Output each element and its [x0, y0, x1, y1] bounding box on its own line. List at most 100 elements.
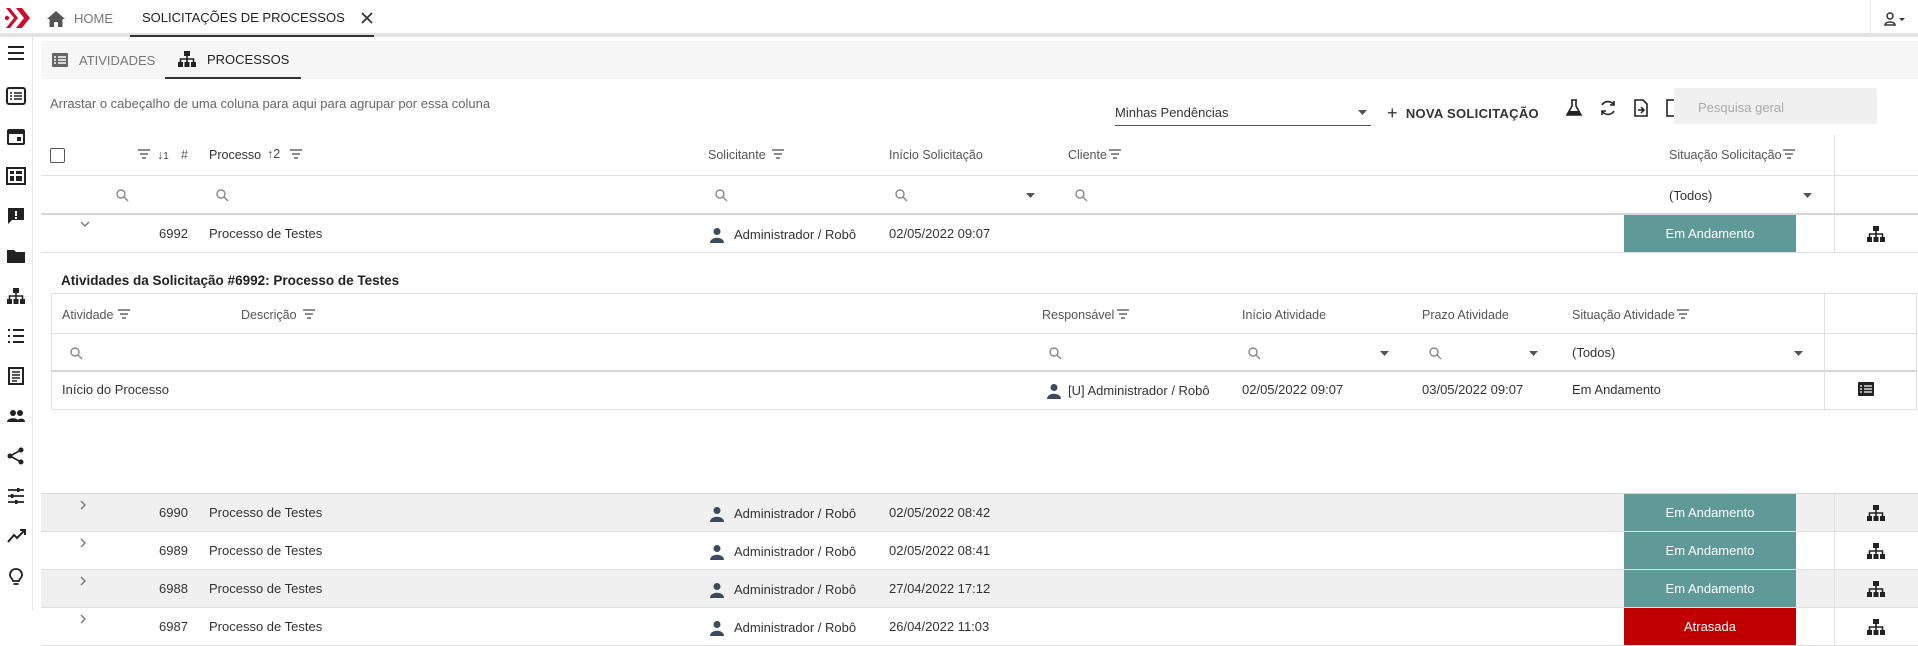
search-icon[interactable]: [1429, 347, 1442, 360]
tab-processos[interactable]: PROCESSOS: [165, 41, 302, 79]
row-solicitante: Administrador / Robô: [734, 544, 857, 559]
user-menu-button[interactable]: [1870, 0, 1918, 37]
filter-icon[interactable]: [1109, 149, 1121, 159]
col-atividade[interactable]: Atividade: [62, 308, 113, 322]
table-row[interactable]: 6987 Processo de Testes Administrador / Ro…: [41, 608, 1918, 646]
tab-atividades[interactable]: ATIVIDADES: [51, 41, 155, 79]
tab-solicitacoes-label: SOLICITAÇÕES DE PROCESSOS: [142, 10, 345, 25]
search-icon[interactable]: [116, 189, 129, 202]
search-icon[interactable]: [1248, 347, 1261, 360]
chevron-down-icon[interactable]: [1803, 193, 1812, 198]
flask-icon[interactable]: [1565, 99, 1583, 117]
filter-select[interactable]: Minhas Pendências: [1115, 100, 1371, 126]
search-icon[interactable]: [895, 189, 908, 202]
share-icon[interactable]: [6, 447, 26, 465]
hierarchy-icon[interactable]: [1866, 542, 1886, 560]
table-row[interactable]: 6990 Processo de Testes Administrador / Ro…: [41, 494, 1918, 532]
select-all-checkbox[interactable]: [50, 148, 65, 163]
situacao-filter-value[interactable]: (Todos): [1669, 188, 1712, 203]
row-solicitante: Administrador / Robô: [734, 620, 857, 635]
detail-filter-row: (Todos): [51, 334, 1917, 372]
top-bar: HOME SOLICITAÇÕES DE PROCESSOS: [0, 0, 1918, 37]
folder-icon[interactable]: [6, 247, 26, 265]
chevron-right-icon[interactable]: [80, 614, 87, 624]
row-processo: Processo de Testes: [209, 226, 323, 241]
logo-icon[interactable]: [4, 4, 36, 32]
left-nav-rail: [0, 37, 33, 610]
col-cliente[interactable]: Cliente: [1068, 148, 1107, 162]
sort-asc-indicator[interactable]: ↑2: [267, 147, 280, 161]
col-number[interactable]: #: [181, 148, 188, 162]
lightbulb-icon[interactable]: [6, 567, 26, 587]
chevron-down-icon[interactable]: [1529, 351, 1538, 356]
chevron-right-icon[interactable]: [80, 576, 87, 586]
dashboard-icon[interactable]: [6, 167, 26, 185]
col-solicitante[interactable]: Solicitante: [708, 148, 766, 162]
table-row[interactable]: 6988 Processo de Testes Administrador / Ro…: [41, 570, 1918, 608]
status-badge: Atrasada: [1624, 608, 1796, 645]
sort-desc-indicator[interactable]: ↓1: [157, 148, 169, 162]
search-icon[interactable]: [216, 189, 229, 202]
list-icon[interactable]: [6, 87, 26, 105]
document-icon[interactable]: [6, 367, 26, 385]
status-badge: Em Andamento: [1624, 494, 1796, 531]
refresh-icon[interactable]: [1599, 99, 1617, 117]
trending-icon[interactable]: [6, 527, 26, 545]
filter-icon[interactable]: [772, 149, 784, 159]
col-descricao[interactable]: Descrição: [241, 308, 297, 322]
detail-table-row[interactable]: Início do Processo [U] Administrador / R…: [51, 372, 1917, 410]
people-icon[interactable]: [6, 407, 26, 425]
tab-solicitacoes[interactable]: SOLICITAÇÕES DE PROCESSOS: [130, 0, 374, 37]
search-icon[interactable]: [70, 347, 83, 360]
filter-icon[interactable]: [1677, 309, 1689, 319]
hierarchy-icon[interactable]: [1866, 618, 1886, 636]
nova-solicitacao-button[interactable]: + NOVA SOLICITAÇÃO: [1387, 98, 1539, 128]
situacao-atividade-filter-value[interactable]: (Todos): [1572, 345, 1615, 360]
calendar-icon[interactable]: [6, 127, 26, 145]
chevron-down-icon: [1358, 110, 1367, 115]
col-situacao-solicitacao[interactable]: Situação Solicitação: [1669, 148, 1782, 162]
col-inicio-solicitacao[interactable]: Início Solicitação: [889, 148, 983, 162]
chevron-down-icon[interactable]: [1026, 193, 1035, 198]
chevron-down-icon[interactable]: [80, 221, 90, 228]
col-situacao-atividade[interactable]: Situação Atividade: [1572, 308, 1675, 322]
search-icon[interactable]: [1075, 189, 1088, 202]
status-badge-label: Em Andamento: [1665, 226, 1755, 241]
hierarchy-icon[interactable]: [1866, 580, 1886, 598]
chevron-down-icon[interactable]: [1380, 351, 1389, 356]
status-badge-label: Atrasada: [1683, 619, 1737, 634]
search-icon[interactable]: [715, 189, 728, 202]
table-row-expanded[interactable]: 6992 Processo de Testes Administrador / …: [41, 215, 1918, 253]
export-icon[interactable]: [1632, 99, 1650, 117]
hierarchy-icon[interactable]: [6, 287, 26, 305]
settings-sliders-icon[interactable]: [6, 487, 26, 505]
close-icon[interactable]: [361, 11, 373, 24]
column-divider: [1834, 176, 1835, 215]
tab-home[interactable]: HOME: [46, 0, 113, 37]
hierarchy-icon[interactable]: [1866, 504, 1886, 522]
row-processo: Processo de Testes: [209, 581, 323, 596]
chat-icon[interactable]: [6, 207, 26, 225]
filter-icon[interactable]: [1783, 149, 1795, 159]
chevron-right-icon[interactable]: [80, 500, 87, 510]
column-divider: [1824, 372, 1825, 410]
col-responsavel[interactable]: Responsável: [1042, 308, 1114, 322]
filter-icon[interactable]: [138, 149, 150, 159]
filter-icon[interactable]: [303, 309, 315, 319]
search-input[interactable]: Pesquisa geral: [1674, 88, 1877, 124]
table-row[interactable]: 6989 Processo de Testes Administrador / Ro…: [41, 532, 1918, 570]
col-inicio-atividade[interactable]: Início Atividade: [1242, 308, 1326, 322]
col-prazo-atividade[interactable]: Prazo Atividade: [1422, 308, 1509, 322]
filter-icon[interactable]: [290, 149, 302, 159]
hierarchy-icon[interactable]: [1866, 225, 1886, 243]
filter-icon[interactable]: [118, 309, 130, 319]
chevron-right-icon[interactable]: [80, 538, 87, 548]
filter-icon[interactable]: [1117, 309, 1129, 319]
user-icon: [710, 582, 724, 598]
menu-icon[interactable]: [6, 45, 26, 61]
col-processo[interactable]: Processo: [209, 148, 261, 162]
chevron-down-icon[interactable]: [1794, 351, 1803, 356]
search-icon[interactable]: [1049, 347, 1062, 360]
checklist-icon[interactable]: [6, 327, 26, 345]
list-icon[interactable]: [1858, 382, 1874, 396]
